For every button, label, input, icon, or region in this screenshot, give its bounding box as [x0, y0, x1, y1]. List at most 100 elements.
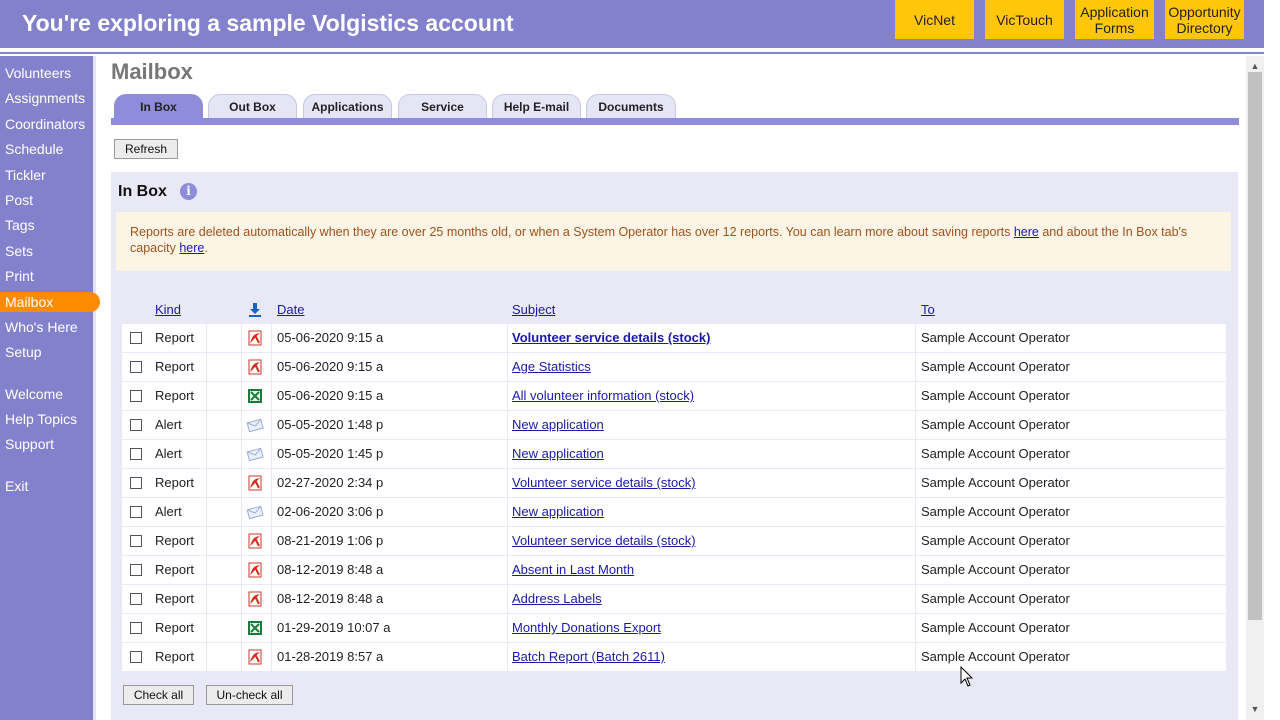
- date-cell: 02-27-2020 2:34 p: [277, 475, 384, 490]
- subject-link[interactable]: Address Labels: [512, 585, 602, 613]
- uncheck-all-button[interactable]: Un-check all: [206, 685, 293, 705]
- saving-reports-link[interactable]: here: [1014, 225, 1039, 239]
- column-divider: [206, 585, 207, 613]
- column-divider: [507, 527, 508, 555]
- page-title: Mailbox: [111, 59, 193, 84]
- subject-link[interactable]: New application: [512, 440, 604, 468]
- row-checkbox[interactable]: [130, 332, 142, 344]
- sidebar-item-assignments[interactable]: Assignments: [0, 88, 100, 108]
- scrollbar-thumb[interactable]: [1248, 72, 1262, 620]
- row-checkbox[interactable]: [130, 390, 142, 402]
- column-divider: [915, 440, 916, 468]
- subject-link[interactable]: Monthly Donations Export: [512, 614, 661, 642]
- column-divider: [915, 324, 916, 352]
- table-row: Report 08-21-2019 1:06 p Volunteer servi…: [122, 527, 1226, 555]
- check-all-button[interactable]: Check all: [123, 685, 194, 705]
- sidebar-item-post[interactable]: Post: [0, 190, 100, 210]
- kind-cell: Alert: [155, 417, 182, 432]
- sidebar-item-mailbox[interactable]: Mailbox: [0, 292, 100, 312]
- sidebar-item-volunteers[interactable]: Volunteers: [0, 63, 100, 83]
- refresh-button[interactable]: Refresh: [114, 139, 178, 159]
- subject-link[interactable]: All volunteer information (stock): [512, 382, 694, 410]
- tab-applications[interactable]: Applications: [303, 94, 392, 118]
- capacity-link[interactable]: here: [179, 241, 204, 255]
- row-checkbox[interactable]: [130, 448, 142, 460]
- subject-link[interactable]: Age Statistics: [512, 353, 591, 381]
- to-cell: Sample Account Operator: [921, 446, 1070, 461]
- row-checkbox[interactable]: [130, 622, 142, 634]
- row-checkbox[interactable]: [130, 535, 142, 547]
- tab-out-box[interactable]: Out Box: [208, 94, 297, 118]
- column-divider: [241, 469, 242, 497]
- kind-cell: Report: [155, 649, 195, 664]
- subject-link[interactable]: Volunteer service details (stock): [512, 527, 696, 555]
- row-checkbox[interactable]: [130, 361, 142, 373]
- row-checkbox[interactable]: [130, 564, 142, 576]
- pdf-icon: [246, 562, 264, 578]
- column-divider: [271, 614, 272, 642]
- row-checkbox[interactable]: [130, 506, 142, 518]
- sidebar-item-tags[interactable]: Tags: [0, 215, 100, 235]
- column-divider: [271, 353, 272, 381]
- column-divider: [271, 324, 272, 352]
- sidebar-item-tickler[interactable]: Tickler: [0, 165, 100, 185]
- subject-link[interactable]: Volunteer service details (stock): [512, 469, 696, 497]
- sidebar-item-coordinators[interactable]: Coordinators: [0, 114, 100, 134]
- tab-documents[interactable]: Documents: [586, 94, 676, 118]
- vicnet-button[interactable]: VicNet: [895, 0, 974, 39]
- column-divider: [915, 643, 916, 671]
- victouch-button[interactable]: VicTouch: [985, 0, 1064, 39]
- column-divider: [915, 498, 916, 526]
- sidebar-item-welcome[interactable]: Welcome: [0, 384, 100, 404]
- date-column-header[interactable]: Date: [277, 302, 304, 317]
- info-icon[interactable]: i: [180, 183, 197, 200]
- tab-in-box[interactable]: In Box: [114, 94, 203, 118]
- to-cell: Sample Account Operator: [921, 504, 1070, 519]
- column-divider: [915, 556, 916, 584]
- subject-link[interactable]: New application: [512, 498, 604, 526]
- sidebar-item-setup[interactable]: Setup: [0, 342, 100, 362]
- column-divider: [507, 353, 508, 381]
- column-divider: [206, 643, 207, 671]
- row-checkbox[interactable]: [130, 651, 142, 663]
- column-divider: [507, 498, 508, 526]
- opportunity-directory-button[interactable]: Opportunity Directory: [1165, 0, 1244, 39]
- column-divider: [915, 614, 916, 642]
- sidebar-item-sets[interactable]: Sets: [0, 241, 100, 261]
- sidebar-item-schedule[interactable]: Schedule: [0, 139, 100, 159]
- subject-link[interactable]: New application: [512, 411, 604, 439]
- kind-column-header[interactable]: Kind: [155, 302, 181, 317]
- sidebar-item-support[interactable]: Support: [0, 434, 100, 454]
- sidebar-item-print[interactable]: Print: [0, 266, 100, 286]
- to-cell: Sample Account Operator: [921, 388, 1070, 403]
- to-column-header[interactable]: To: [921, 302, 935, 317]
- sidebar-item-whos-here[interactable]: Who's Here: [0, 317, 100, 337]
- pdf-icon: [246, 533, 264, 549]
- sidebar-item-help-topics[interactable]: Help Topics: [0, 409, 100, 429]
- subject-link[interactable]: Batch Report (Batch 2611): [512, 643, 665, 671]
- application-forms-button[interactable]: Application Forms: [1075, 0, 1154, 39]
- column-divider: [507, 324, 508, 352]
- scroll-down-icon[interactable]: ▼: [1248, 703, 1262, 715]
- column-divider: [271, 527, 272, 555]
- row-checkbox[interactable]: [130, 593, 142, 605]
- pdf-icon: [246, 475, 264, 491]
- scroll-up-icon[interactable]: ▲: [1248, 60, 1262, 72]
- subject-link[interactable]: Volunteer service details (stock): [512, 324, 710, 352]
- table-row: Alert 05-05-2020 1:45 p New application …: [122, 440, 1226, 468]
- download-icon[interactable]: [247, 302, 263, 318]
- column-divider: [271, 643, 272, 671]
- mouse-cursor-icon: [960, 666, 974, 687]
- column-divider: [241, 440, 242, 468]
- subject-column-header[interactable]: Subject: [512, 302, 555, 317]
- column-divider: [507, 614, 508, 642]
- tab-service[interactable]: Service: [398, 94, 487, 118]
- column-divider: [507, 382, 508, 410]
- subject-link[interactable]: Absent in Last Month: [512, 556, 634, 584]
- row-checkbox[interactable]: [130, 419, 142, 431]
- column-divider: [507, 469, 508, 497]
- tab-help-email[interactable]: Help E-mail: [492, 94, 581, 118]
- sidebar-item-exit[interactable]: Exit: [0, 476, 100, 496]
- date-cell: 01-29-2019 10:07 a: [277, 620, 391, 635]
- row-checkbox[interactable]: [130, 477, 142, 489]
